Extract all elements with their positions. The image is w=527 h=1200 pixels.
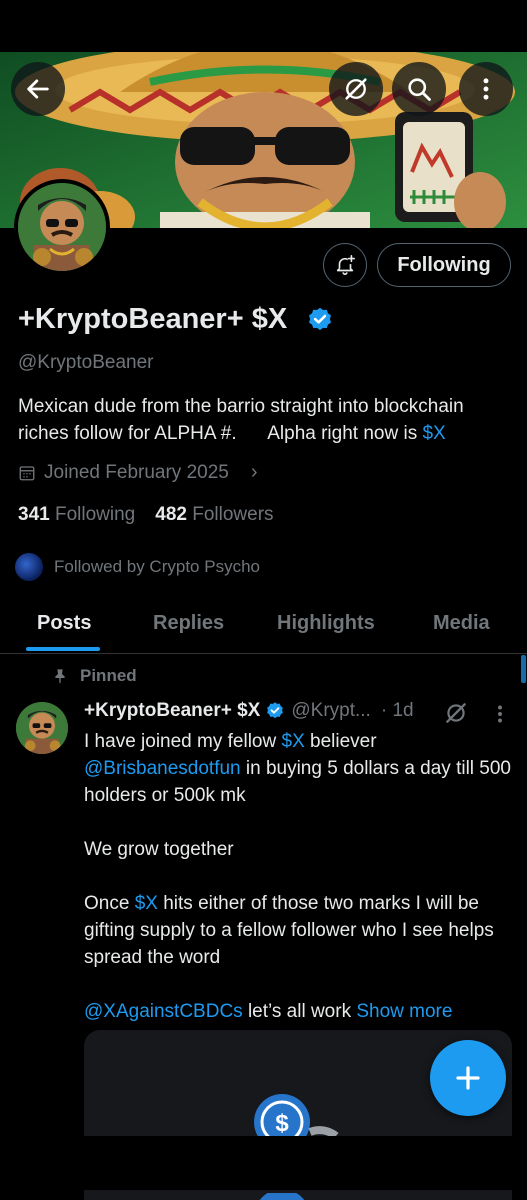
followers-stat[interactable]: 482 Followers — [155, 504, 273, 526]
profile-bio: Mexican dude from the barrio straight in… — [18, 393, 518, 447]
pinned-label: Pinned — [80, 666, 137, 685]
post-header: +KryptoBeaner+ $X @Krypt... · 1d — [84, 700, 414, 722]
pin-icon — [55, 669, 65, 684]
post-paragraph-1: I have joined my fellow $X believer @Bris… — [84, 728, 514, 809]
joined-date[interactable]: Joined February 2025 › — [18, 461, 258, 484]
calendar-icon — [19, 465, 35, 480]
profile-display-name: +KryptoBeaner+ $X — [18, 303, 288, 335]
pinned-indicator: Pinned — [52, 666, 137, 686]
followed-by[interactable]: Followed by Crypto Psycho — [14, 552, 260, 582]
more-vertical-icon — [483, 78, 489, 100]
chevron-right-icon: › — [250, 461, 258, 483]
avatar-illustration — [18, 183, 106, 271]
post-cashtag-link[interactable]: $X — [282, 731, 305, 752]
profile-tabs: Posts Replies Highlights Media — [0, 598, 527, 654]
post-text-segment: believer — [304, 731, 377, 752]
following-stat[interactable]: 341 Following — [18, 504, 135, 526]
follower-avatar — [14, 552, 44, 582]
bell-plus-icon — [336, 255, 355, 275]
bio-line-2: riches follow for ALPHA #. Alpha right n… — [18, 423, 423, 444]
search-icon — [408, 78, 431, 101]
post-media-secondary[interactable] — [84, 1190, 512, 1200]
tab-posts[interactable]: Posts — [37, 612, 91, 635]
post-text: I have joined my fellow $X believer @Bris… — [84, 728, 514, 1025]
post-mention-link[interactable]: @Brisbanesdotfun — [84, 758, 241, 779]
more-options-button[interactable] — [459, 62, 513, 116]
verified-badge-icon[interactable] — [306, 306, 334, 334]
post-paragraph-3: Once $X hits either of those two marks I… — [84, 890, 514, 971]
show-more-link[interactable]: Show more — [356, 1001, 452, 1022]
joined-text: Joined February 2025 — [44, 461, 229, 483]
post-text-segment: I have joined my fellow — [84, 731, 282, 752]
back-button[interactable] — [11, 62, 65, 116]
profile-handle: @KryptoBeaner — [18, 352, 154, 373]
post-cashtag-link[interactable]: $X — [135, 893, 158, 914]
post-mention-link[interactable]: @XAgainstCBDCs — [84, 1001, 243, 1022]
following-count: 341 — [18, 504, 50, 525]
status-bar — [0, 0, 527, 52]
following-label: Following — [54, 504, 136, 525]
followers-label: Followers — [192, 504, 274, 525]
bio-line-1: Mexican dude from the barrio straight in… — [18, 396, 464, 417]
arrow-left-icon — [27, 79, 49, 99]
tab-highlights[interactable]: Highlights — [277, 612, 375, 635]
followed-by-text: Followed by Crypto Psycho — [54, 557, 260, 576]
post-text-segment: Once — [84, 893, 135, 914]
verified-badge-icon — [267, 702, 284, 719]
followers-count: 482 — [155, 504, 187, 525]
grok-icon[interactable] — [443, 700, 469, 726]
grok-button[interactable] — [329, 62, 383, 116]
post-author-handle[interactable]: @Krypt... — [291, 700, 370, 722]
post-text-segment: let’s all work — [242, 1001, 357, 1022]
following-button[interactable]: Following — [377, 243, 511, 287]
svg-text:$: $ — [275, 1110, 289, 1136]
post-paragraph-4: @XAgainstCBDCs let’s all work Show more — [84, 998, 514, 1025]
post-avatar-illustration — [16, 702, 68, 754]
search-button[interactable] — [392, 62, 446, 116]
post-time[interactable]: · 1d — [381, 700, 414, 722]
profile-avatar[interactable] — [14, 179, 110, 275]
post-paragraph-2: We grow together — [84, 839, 234, 860]
usdc-coin-icon — [259, 1190, 305, 1200]
grok-icon — [345, 78, 367, 100]
bio-cashtag-link[interactable]: $X — [422, 423, 445, 444]
plus-icon — [456, 1066, 480, 1090]
post-author-avatar[interactable] — [16, 702, 68, 754]
tab-replies[interactable]: Replies — [153, 612, 224, 635]
post-author-name[interactable]: +KryptoBeaner+ $X — [84, 700, 260, 722]
compose-post-button[interactable] — [430, 1040, 506, 1116]
more-vertical-icon[interactable] — [490, 701, 510, 727]
active-tab-indicator — [26, 647, 100, 651]
scrollbar[interactable] — [521, 655, 526, 683]
tab-media[interactable]: Media — [433, 612, 490, 635]
follow-stats: 341 Following 482 Followers — [18, 504, 274, 526]
notifications-button[interactable] — [323, 243, 367, 287]
